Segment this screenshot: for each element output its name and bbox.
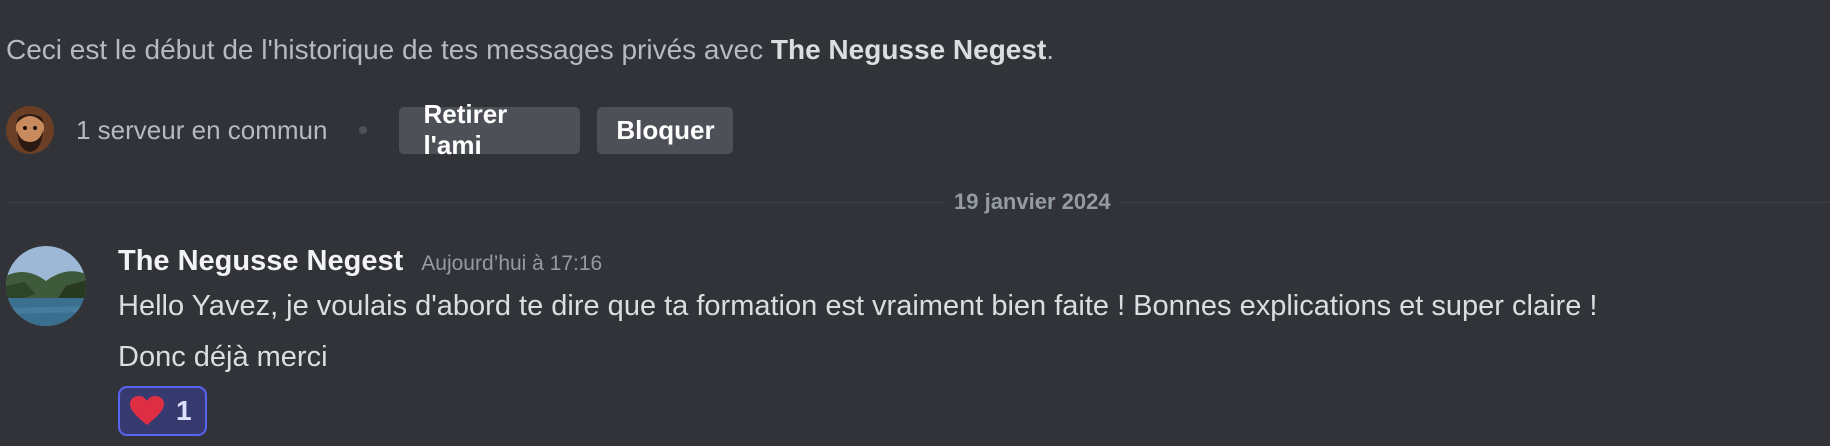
reaction-count: 1 xyxy=(176,395,192,426)
bearded-man-avatar-icon xyxy=(6,106,54,154)
separator-dot xyxy=(359,126,368,134)
remove-friend-button[interactable]: Retirer l'ami xyxy=(399,99,581,160)
intro-suffix: . xyxy=(1046,34,1055,65)
heart-reaction-button[interactable]: 1 xyxy=(118,386,207,436)
block-button[interactable]: Bloquer xyxy=(597,106,734,154)
message-author-name[interactable]: The Negusse Negest xyxy=(118,245,403,278)
mutual-server-avatar[interactable] xyxy=(6,106,54,154)
heart-icon xyxy=(130,396,164,425)
message-author-avatar[interactable] xyxy=(6,246,86,326)
message-header: The Negusse Negest Aujourd’hui à 17:16 xyxy=(118,245,602,278)
intro-username[interactable]: The Negusse Negest xyxy=(771,34,1046,65)
landscape-avatar-icon xyxy=(6,246,86,326)
intro-prefix: Ceci est le début de l'historique de tes… xyxy=(6,34,771,65)
date-divider-line xyxy=(6,202,1830,203)
date-divider-label: 19 janvier 2024 xyxy=(946,189,1119,215)
message-line-1: Hello Yavez, je voulais d'abord te dire … xyxy=(118,290,1598,322)
message-timestamp[interactable]: Aujourd’hui à 17:16 xyxy=(421,252,602,276)
profile-actions-row: 1 serveur en commun Retirer l'ami Bloque… xyxy=(6,99,750,160)
mutual-servers-link[interactable]: 1 serveur en commun xyxy=(76,115,327,146)
dm-intro-text: Ceci est le début de l'historique de tes… xyxy=(6,34,1054,66)
message-line-2: Donc déjà merci xyxy=(118,341,328,373)
